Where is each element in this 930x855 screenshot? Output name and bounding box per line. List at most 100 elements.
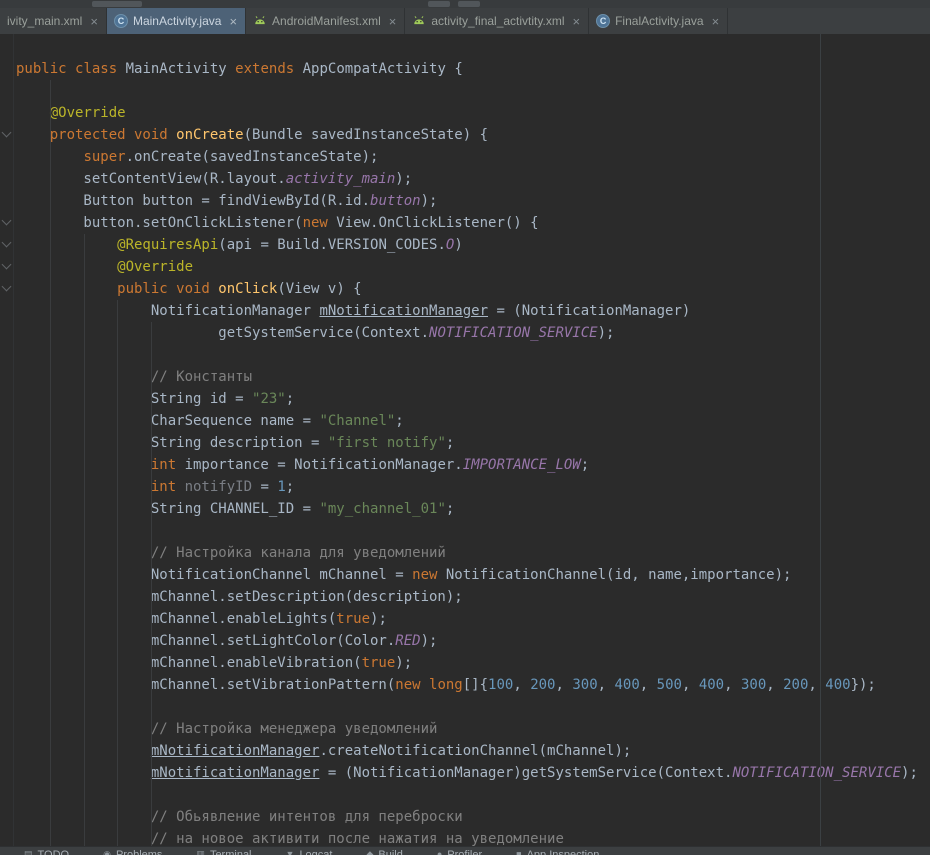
tab-activity-final-activtity-xml[interactable]: activity_final_activtity.xml × <box>405 8 589 34</box>
code-token: new <box>412 567 446 583</box>
code-line: // Константы <box>16 366 930 388</box>
code-token: ; <box>286 479 294 495</box>
code-token: 400 <box>825 677 850 693</box>
code-line: button.setOnClickListener(new View.OnCli… <box>16 212 930 234</box>
toolbar-stub <box>458 1 480 7</box>
code-token: NOTIFICATION_SERVICE <box>732 765 901 781</box>
tool-window-label: TODO <box>38 849 70 855</box>
code-token: 400 <box>699 677 724 693</box>
code-token: , <box>808 677 825 693</box>
code-token: , <box>598 677 615 693</box>
tool-window-button-profiler[interactable]: ●Profiler <box>437 849 482 855</box>
tool-window-button-app-inspection[interactable]: ■App Inspection <box>516 849 599 855</box>
fold-marker-icon[interactable] <box>2 128 12 138</box>
fold-marker-icon[interactable] <box>2 216 12 226</box>
code-token: String description = <box>16 435 328 451</box>
tool-window-label: Terminal <box>210 849 252 855</box>
tab-mainactivity-java[interactable]: CMainActivity.java× <box>107 8 246 34</box>
fold-marker-icon[interactable] <box>2 282 12 292</box>
code-token: (api = Build.VERSION_CODES. <box>218 237 446 253</box>
toolbar-stub <box>428 1 450 7</box>
code-token: getSystemService(Context. <box>16 325 429 341</box>
code-line: NotificationManager mNotificationManager… <box>16 300 930 322</box>
code-line <box>16 784 930 806</box>
tool-window-button-logcat[interactable]: ▼Logcat <box>286 849 333 855</box>
code-token: extends <box>235 61 302 77</box>
code-line: int notifyID = 1; <box>16 476 930 498</box>
code-token: View.OnClickListener() { <box>336 215 538 231</box>
tab-finalactivity-java[interactable]: CFinalActivity.java× <box>589 8 728 34</box>
code-token: .createNotificationChannel(mChannel); <box>319 743 631 759</box>
tab-close-icon[interactable]: × <box>90 15 98 28</box>
code-line: mChannel.enableLights(true); <box>16 608 930 630</box>
indent-guide <box>50 80 51 846</box>
code-token: new <box>303 215 337 231</box>
tab-ivity-main-xml[interactable]: ivity_main.xml × <box>0 8 107 34</box>
code-token: ; <box>446 435 454 451</box>
code-line: // на новое активити после нажатия на ув… <box>16 828 930 846</box>
code-line: getSystemService(Context.NOTIFICATION_SE… <box>16 322 930 344</box>
code-token: int <box>16 479 185 495</box>
code-token: notifyID <box>185 479 252 495</box>
tool-window-button-terminal[interactable]: ▥Terminal <box>196 849 251 855</box>
code-token: , <box>724 677 741 693</box>
code-token: NotificationManager <box>16 303 319 319</box>
code-token: ); <box>598 325 615 341</box>
code-line: mChannel.enableVibration(true); <box>16 652 930 674</box>
code-line: @RequiresApi(api = Build.VERSION_CODES.O… <box>16 234 930 256</box>
android-file-icon <box>253 14 267 28</box>
code-line: NotificationChannel mChannel = new Notif… <box>16 564 930 586</box>
code-token: NotificationChannel mChannel = <box>16 567 412 583</box>
code-line: // Настройка менеджера уведомлений <box>16 718 930 740</box>
code-token: (View v) { <box>277 281 361 297</box>
code-token: // Константы <box>16 369 252 385</box>
code-line: @Override <box>16 256 930 278</box>
tab-close-icon[interactable]: × <box>573 15 581 28</box>
code-token: "Channel" <box>319 413 395 429</box>
tab-close-icon[interactable]: × <box>712 15 720 28</box>
tab-close-icon[interactable]: × <box>389 15 397 28</box>
tab-close-icon[interactable]: × <box>229 15 237 28</box>
code-line <box>16 344 930 366</box>
code-line: mChannel.setVibrationPattern(new long[]{… <box>16 674 930 696</box>
code-token: String id = <box>16 391 252 407</box>
tab-label: activity_final_activtity.xml <box>431 14 564 28</box>
code-token: mNotificationManager <box>151 743 320 759</box>
tool-window-button-problems[interactable]: ◉Problems <box>103 849 162 855</box>
code-line: int importance = NotificationManager.IMP… <box>16 454 930 476</box>
code-token: "my_channel_01" <box>319 501 445 517</box>
code-token: true <box>336 611 370 627</box>
code-token: true <box>362 655 396 671</box>
code-token: , <box>640 677 657 693</box>
code-token: public void <box>16 281 218 297</box>
tool-window-button-todo[interactable]: ▤TODO <box>24 849 69 855</box>
code-token: ); <box>421 633 438 649</box>
code-token: 100 <box>488 677 513 693</box>
code-token: ; <box>446 501 454 517</box>
code-token: mChannel.enableLights( <box>16 611 336 627</box>
code-area[interactable]: public class MainActivity extends AppCom… <box>14 34 930 846</box>
code-line: mNotificationManager.createNotificationC… <box>16 740 930 762</box>
code-token: 500 <box>657 677 682 693</box>
code-line <box>16 80 930 102</box>
android-file-icon <box>412 14 426 28</box>
code-token: RED <box>395 633 420 649</box>
code-token: button <box>370 193 421 209</box>
tab-androidmanifest-xml[interactable]: AndroidManifest.xml× <box>246 8 405 34</box>
right-margin-guide <box>820 34 821 846</box>
fold-marker-icon[interactable] <box>2 238 12 248</box>
fold-marker-icon[interactable] <box>2 260 12 270</box>
code-token: onCreate <box>176 127 243 143</box>
code-line: String CHANNEL_ID = "my_channel_01"; <box>16 498 930 520</box>
code-token: mChannel.enableVibration( <box>16 655 362 671</box>
code-token: }); <box>851 677 876 693</box>
tab-label: ivity_main.xml <box>7 14 82 28</box>
code-token: "23" <box>252 391 286 407</box>
code-line: setContentView(R.layout.activity_main); <box>16 168 930 190</box>
editor-tab-bar: ivity_main.xml×CMainActivity.java×Androi… <box>0 8 930 34</box>
code-token: .onCreate(savedInstanceState); <box>126 149 379 165</box>
code-token: 300 <box>572 677 597 693</box>
tool-window-button-build[interactable]: ◆Build <box>366 849 402 855</box>
editor-pane[interactable]: public class MainActivity extends AppCom… <box>0 34 930 846</box>
code-token: String CHANNEL_ID = <box>16 501 319 517</box>
